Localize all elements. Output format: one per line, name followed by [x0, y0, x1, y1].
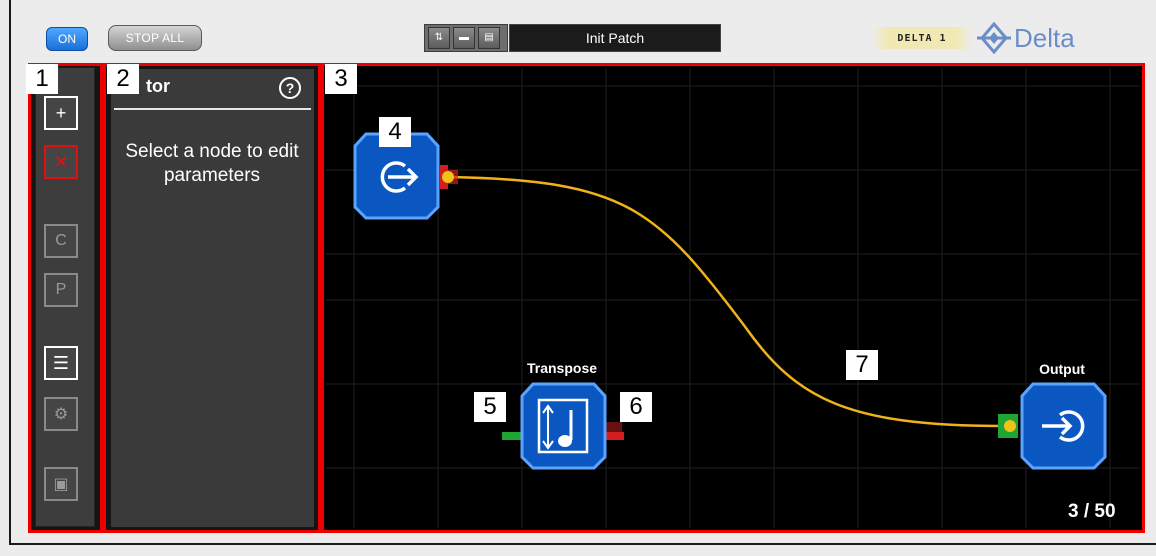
plus-icon: + — [55, 102, 67, 123]
app-window: ON STOP ALL ⇅ ▬ ▤ Init Patch DELTA 1 Del… — [0, 0, 1156, 556]
callout-5: 5 — [474, 392, 506, 422]
stop-all-button[interactable]: STOP ALL — [108, 25, 202, 51]
editor-empty-message: Select a node to edit parameters — [125, 141, 299, 186]
paste-icon: P — [55, 281, 67, 298]
patch-toolbar: ⇅ ▬ ▤ — [424, 24, 508, 52]
copy-button[interactable]: C — [44, 224, 78, 258]
diamond-logo-icon — [977, 22, 1011, 54]
output-node[interactable] — [998, 382, 1107, 470]
callout-2: 2 — [107, 64, 139, 94]
editor-divider — [114, 108, 311, 110]
brand-logo: Delta — [976, 22, 1075, 54]
list-icon: ☰ — [52, 352, 70, 373]
editor-body — [111, 69, 314, 527]
callout-4: 4 — [379, 117, 411, 147]
help-button[interactable]: ? — [279, 77, 301, 99]
paste-button[interactable]: P — [44, 273, 78, 307]
settings-button[interactable]: ⚙ — [44, 397, 78, 431]
transpose-node[interactable] — [502, 382, 624, 470]
patch-stepper-icon[interactable]: ⇅ — [428, 27, 450, 49]
close-icon: ✕ — [53, 151, 69, 172]
window-button[interactable]: ▣ — [44, 467, 78, 501]
callout-1: 1 — [26, 64, 58, 94]
wire-start-handle[interactable] — [442, 171, 454, 183]
product-badge: DELTA 1 — [872, 27, 972, 49]
brand-logo-text: Delta — [1014, 22, 1075, 53]
patch-canvas[interactable]: Transpose Output — [326, 68, 1140, 528]
help-icon: ? — [285, 80, 295, 96]
delete-node-button[interactable]: ✕ — [44, 145, 78, 179]
save-disk-icon[interactable]: ▤ — [478, 27, 500, 49]
window-icon: ▣ — [53, 476, 69, 493]
transpose-node-label: Transpose — [527, 360, 597, 376]
callout-3: 3 — [325, 64, 357, 94]
output-node-label: Output — [1039, 361, 1085, 377]
gear-icon: ⚙ — [53, 406, 69, 423]
node-count: 3 / 50 — [1068, 501, 1116, 522]
callout-6: 6 — [620, 392, 652, 422]
patch-name-display[interactable]: Init Patch — [509, 24, 721, 52]
wire-end-handle[interactable] — [1004, 420, 1016, 432]
power-on-button[interactable]: ON — [46, 27, 88, 51]
editor-title: tor — [146, 76, 170, 96]
copy-icon: C — [55, 232, 67, 249]
canvas-grid — [326, 68, 1140, 528]
add-node-button[interactable]: + — [44, 96, 78, 130]
open-folder-icon[interactable]: ▬ — [453, 27, 475, 49]
callout-7: 7 — [846, 350, 878, 380]
list-button[interactable]: ☰ — [44, 346, 78, 380]
